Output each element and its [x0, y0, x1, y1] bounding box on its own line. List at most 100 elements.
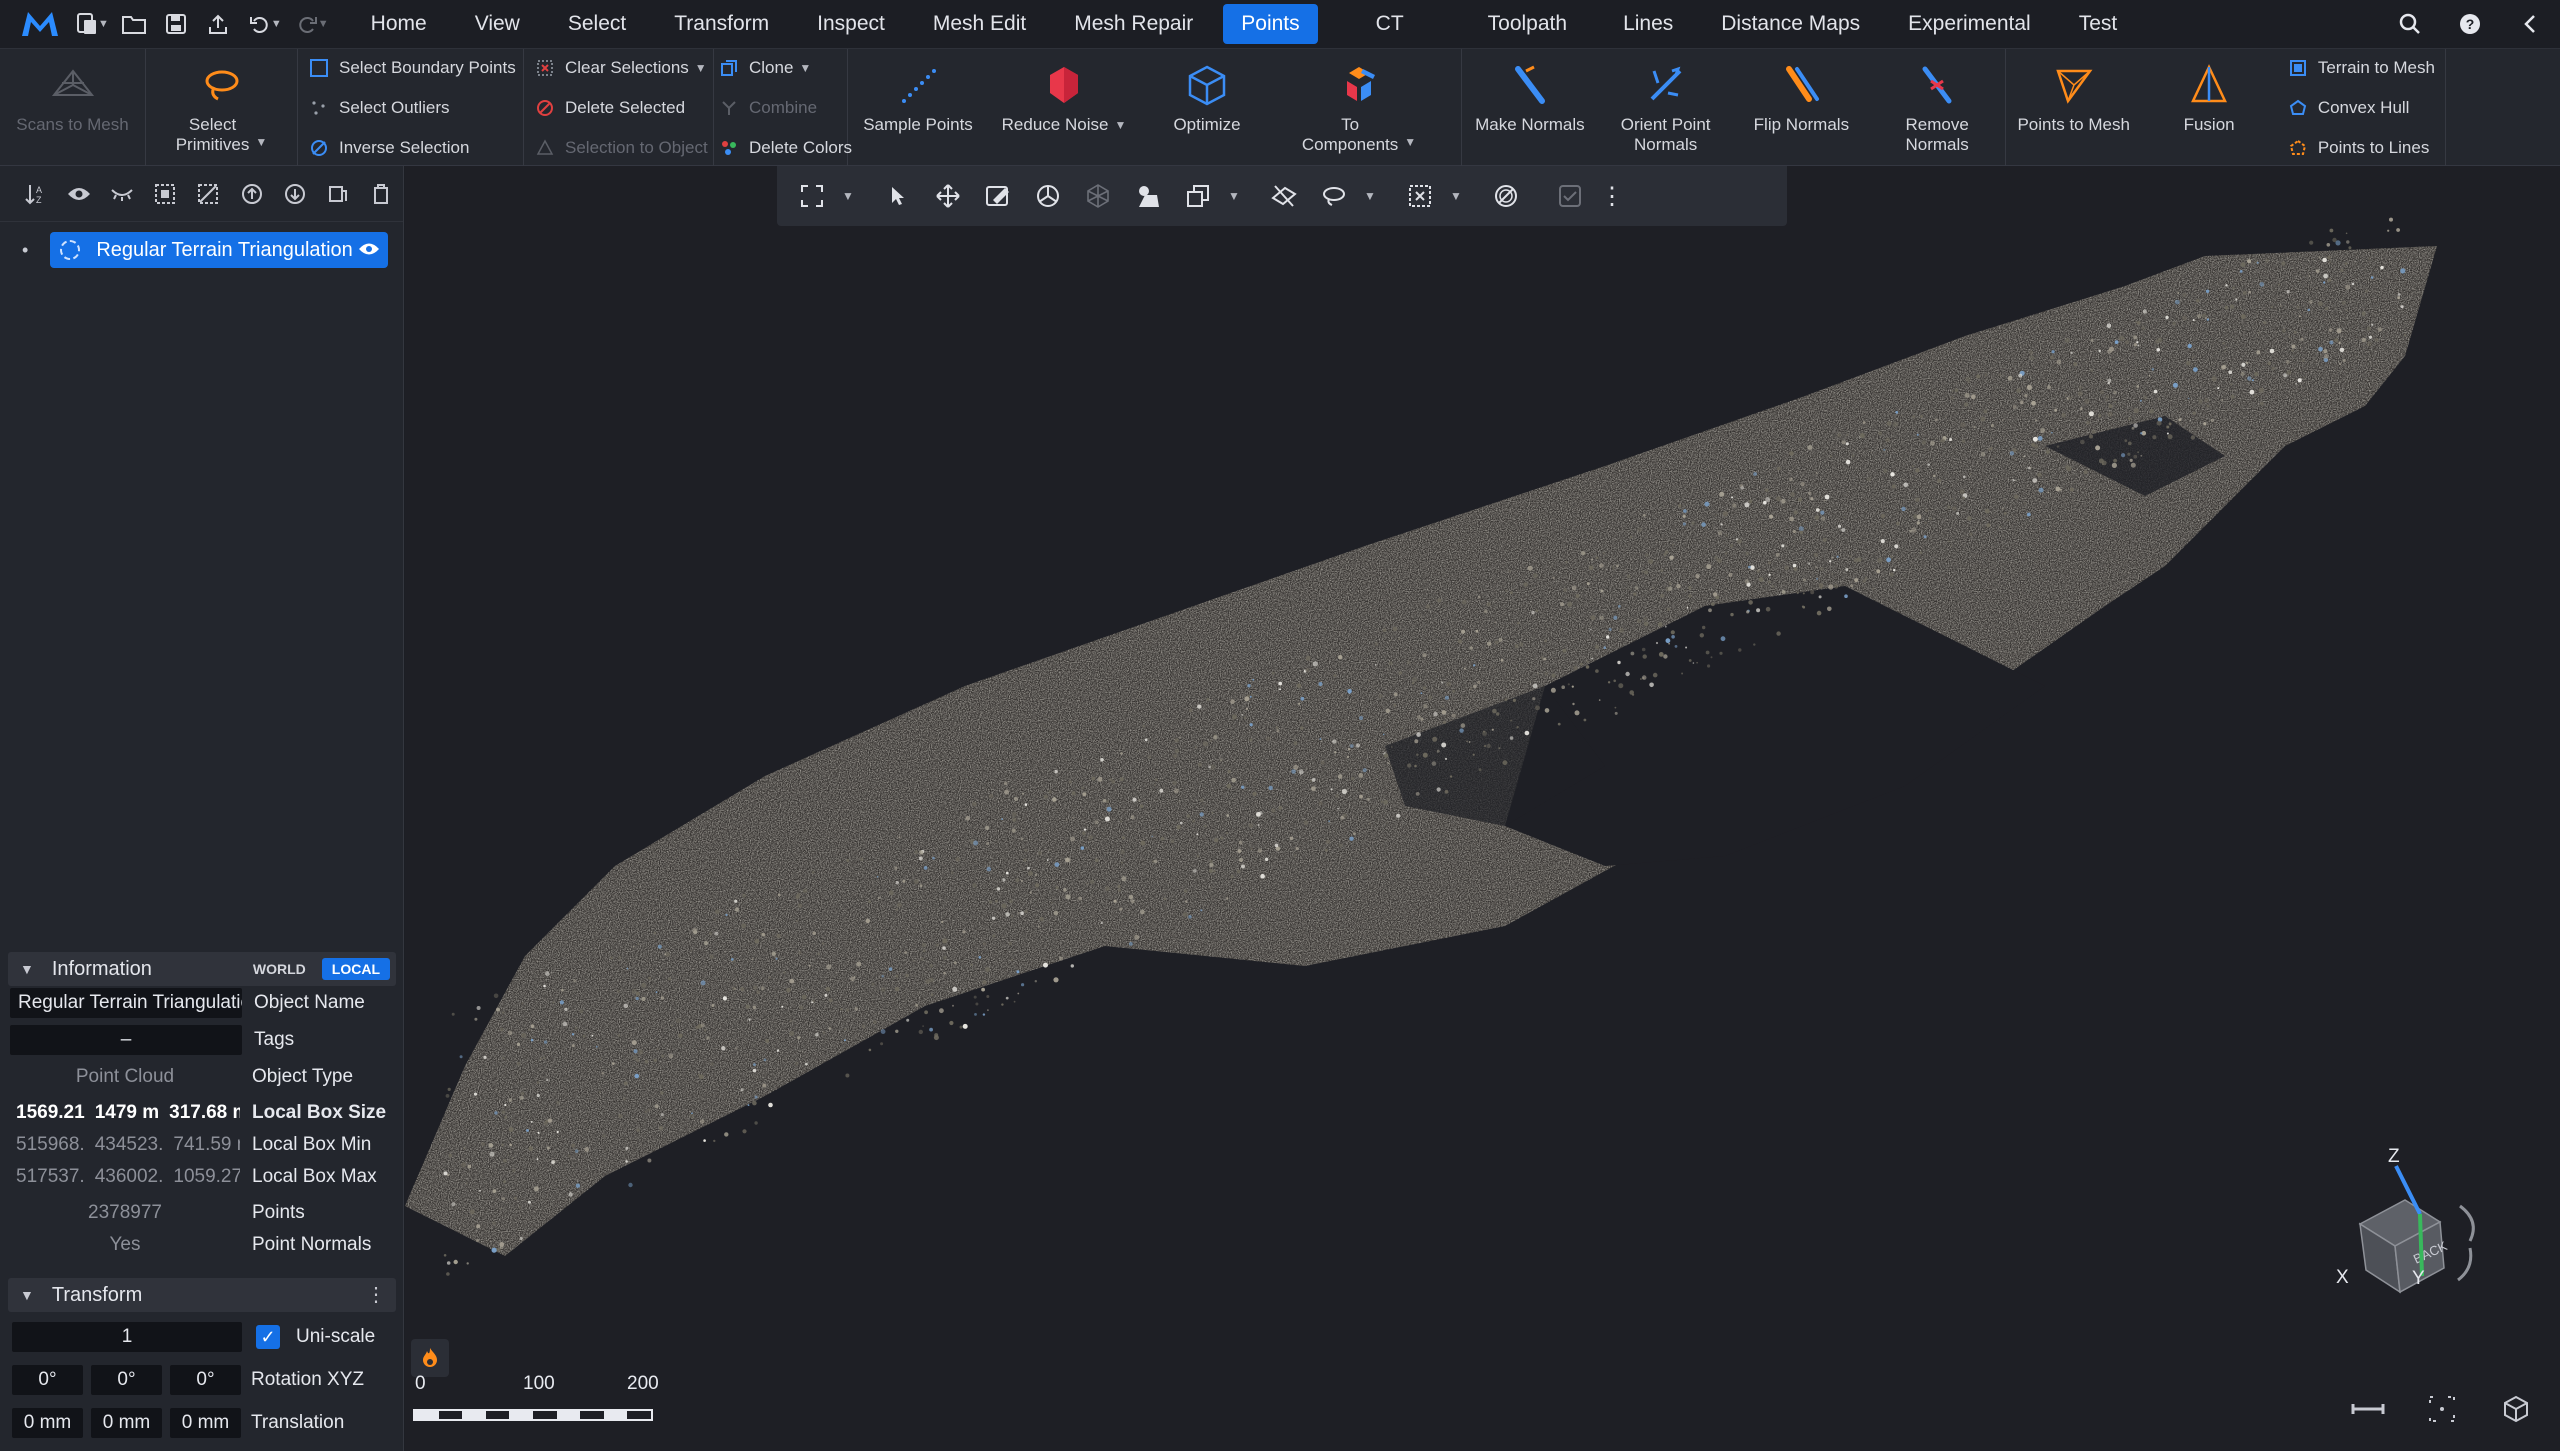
points-to-lines-button[interactable]: Points to Lines — [2287, 131, 2435, 165]
chevron-down-icon[interactable]: ▼ — [1114, 115, 1126, 135]
confirm-checkbox-icon[interactable] — [1545, 166, 1595, 226]
more-options-icon[interactable]: ⋮ — [1595, 166, 1629, 226]
remove-normals-button[interactable]: Remove Normals — [1869, 49, 2005, 167]
select-outliers-button[interactable]: Select Outliers — [308, 91, 516, 125]
chevron-down-icon[interactable]: ▼ — [318, 18, 329, 30]
tab-select[interactable]: Select — [550, 4, 644, 44]
show-all-eye-icon[interactable] — [57, 174, 100, 214]
clone-view-icon[interactable] — [1173, 166, 1223, 226]
box-deselect-icon[interactable] — [1395, 166, 1445, 226]
chevron-down-icon[interactable]: ▼ — [1223, 166, 1245, 226]
tab-mesh-edit[interactable]: Mesh Edit — [915, 4, 1044, 44]
open-folder-icon[interactable] — [113, 0, 155, 48]
tab-toolpath[interactable]: Toolpath — [1470, 4, 1585, 44]
chevron-down-icon[interactable]: ▼ — [1359, 166, 1381, 226]
tree-item-regular-terrain[interactable]: Regular Terrain Triangulation — [50, 232, 389, 268]
tab-ct[interactable]: CT — [1358, 4, 1422, 44]
chevron-down-icon[interactable]: ▼ — [98, 18, 109, 30]
app-logo-icon[interactable] — [14, 0, 66, 48]
perspective-cube-icon[interactable] — [2490, 1389, 2542, 1429]
fusion-button[interactable]: Fusion — [2141, 49, 2276, 167]
translation-z-input[interactable]: 0 mm — [170, 1408, 241, 1438]
save-icon[interactable] — [155, 0, 197, 48]
transform-header[interactable]: ▼ Transform ⋮ — [8, 1278, 396, 1312]
visibility-eye-icon[interactable] — [354, 240, 381, 261]
scans-to-mesh-button[interactable]: Scans to Mesh — [0, 49, 145, 167]
lasso-select-icon[interactable] — [1309, 166, 1359, 226]
export-icon[interactable] — [197, 0, 239, 48]
hide-all-icon[interactable] — [100, 174, 143, 214]
wireframe-icon[interactable] — [1073, 166, 1123, 226]
no-entry-icon[interactable] — [1481, 166, 1531, 226]
select-boundary-points-button[interactable]: Select Boundary Points — [308, 51, 516, 85]
fire-icon[interactable] — [411, 1339, 449, 1377]
selection-to-object-button[interactable]: Selection to Object — [534, 131, 708, 165]
combine-button[interactable]: Combine — [718, 91, 852, 125]
search-icon[interactable] — [2380, 0, 2440, 48]
3d-viewport[interactable]: ▼ ▼ ▼ ▼ ⋮ 0 100 200 BACK Z X Y — [405, 166, 2560, 1451]
chevron-down-icon[interactable]: ▼ — [20, 1287, 34, 1303]
select-all-icon[interactable] — [144, 174, 187, 214]
flip-normals-button[interactable]: Flip Normals — [1734, 49, 1870, 167]
help-icon[interactable]: ? — [2440, 0, 2500, 48]
tags-field[interactable]: – — [10, 1025, 242, 1055]
clear-selections-button[interactable]: Clear Selections ▼ — [534, 51, 708, 85]
chevron-down-icon[interactable]: ▼ — [837, 166, 859, 226]
delete-colors-button[interactable]: Delete Colors — [718, 131, 852, 165]
orbit-icon[interactable] — [1023, 166, 1073, 226]
select-primitives-button[interactable]: Select Primitives ▼ — [146, 49, 297, 167]
tab-view[interactable]: View — [457, 4, 538, 44]
copy-object-icon[interactable] — [317, 174, 360, 214]
reduce-noise-button[interactable]: Reduce Noise ▼ — [988, 49, 1140, 167]
tab-experimental[interactable]: Experimental — [1890, 4, 2049, 44]
information-header[interactable]: ▼ Information WORLD LOCAL — [8, 952, 396, 986]
move-down-icon[interactable] — [273, 174, 316, 214]
rotate-view-up-icon[interactable] — [2459, 1204, 2475, 1242]
tab-inspect[interactable]: Inspect — [799, 4, 903, 44]
chevron-down-icon[interactable]: ▼ — [20, 961, 34, 977]
move-up-icon[interactable] — [230, 174, 273, 214]
clipping-plane-icon[interactable] — [1259, 166, 1309, 226]
scale-input[interactable]: 1 — [12, 1322, 242, 1352]
object-name-field[interactable]: Regular Terrain Triangulation — [10, 988, 242, 1018]
fit-view-icon[interactable] — [787, 166, 837, 226]
chevron-down-icon[interactable]: ▼ — [255, 132, 267, 152]
trash-icon[interactable] — [360, 174, 403, 214]
chevron-down-icon[interactable]: ▼ — [271, 18, 282, 30]
make-normals-button[interactable]: Make Normals — [1462, 49, 1598, 167]
rotation-y-input[interactable]: 0° — [91, 1365, 162, 1395]
world-toggle[interactable]: WORLD — [243, 958, 316, 980]
view-cube[interactable]: BACK Z X Y — [2310, 1146, 2510, 1346]
tab-lines[interactable]: Lines — [1605, 4, 1691, 44]
inverse-selection-button[interactable]: Inverse Selection — [308, 131, 516, 165]
shading-icon[interactable] — [1123, 166, 1173, 226]
paint-select-icon[interactable] — [973, 166, 1023, 226]
deselect-all-icon[interactable] — [187, 174, 230, 214]
delete-selected-button[interactable]: Delete Selected — [534, 91, 708, 125]
more-options-icon[interactable]: ⋮ — [366, 1282, 386, 1307]
tab-points[interactable]: Points — [1223, 4, 1318, 44]
ruler-icon[interactable] — [2342, 1389, 2394, 1429]
tab-home[interactable]: Home — [353, 4, 445, 44]
collapse-panel-icon[interactable] — [2500, 0, 2560, 48]
points-to-mesh-button[interactable]: Points to Mesh — [2006, 49, 2141, 167]
orient-point-normals-button[interactable]: Orient Point Normals — [1598, 49, 1734, 167]
rotation-z-input[interactable]: 0° — [170, 1365, 241, 1395]
tab-test[interactable]: Test — [2061, 4, 2136, 44]
move-icon[interactable] — [923, 166, 973, 226]
chevron-down-icon[interactable]: ▼ — [695, 61, 707, 75]
translation-y-input[interactable]: 0 mm — [91, 1408, 162, 1438]
select-arrow-icon[interactable] — [873, 166, 923, 226]
sort-icon[interactable]: AZ — [14, 174, 57, 214]
point-cloud-render[interactable] — [405, 166, 2560, 1451]
optimize-button[interactable]: Optimize — [1140, 49, 1274, 167]
center-view-icon[interactable] — [2416, 1389, 2468, 1429]
sample-points-button[interactable]: Sample Points — [848, 49, 988, 167]
clone-button[interactable]: Clone ▼ — [718, 51, 852, 85]
chevron-down-icon[interactable]: ▼ — [1404, 132, 1416, 152]
terrain-to-mesh-button[interactable]: Terrain to Mesh — [2287, 51, 2435, 85]
rotate-view-down-icon[interactable] — [2457, 1247, 2473, 1282]
translation-x-input[interactable]: 0 mm — [12, 1408, 83, 1438]
rotation-x-input[interactable]: 0° — [12, 1365, 83, 1395]
tab-transform[interactable]: Transform — [656, 4, 787, 44]
